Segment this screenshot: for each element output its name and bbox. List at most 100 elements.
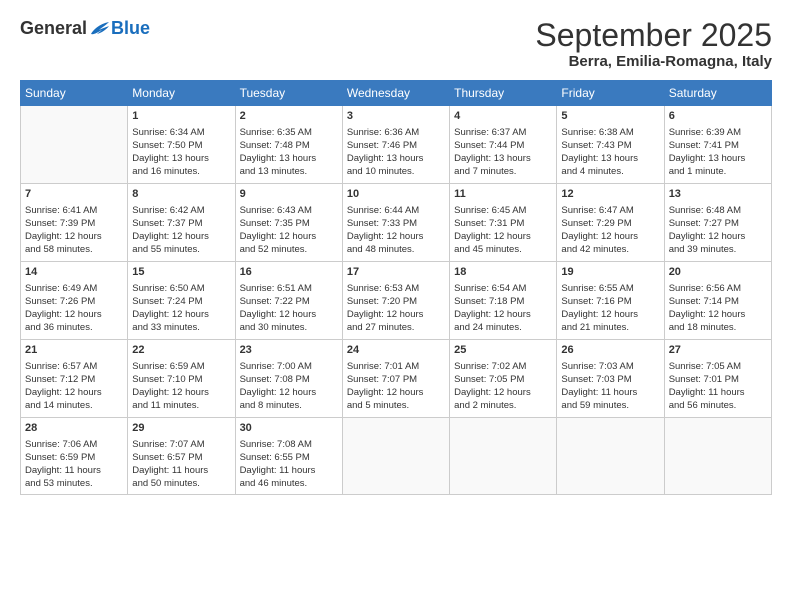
month-year: September 2025 xyxy=(535,18,772,53)
day-number: 7 xyxy=(25,187,123,202)
cell-text: Sunset: 7:50 PM xyxy=(132,139,230,152)
calendar-cell: 5Sunrise: 6:38 AMSunset: 7:43 PMDaylight… xyxy=(557,106,664,184)
weekday-thursday: Thursday xyxy=(450,81,557,106)
calendar-cell: 22Sunrise: 6:59 AMSunset: 7:10 PMDayligh… xyxy=(128,340,235,418)
cell-text: and 42 minutes. xyxy=(561,243,659,256)
cell-text: Sunrise: 6:45 AM xyxy=(454,204,552,217)
cell-text: Sunset: 7:22 PM xyxy=(240,295,338,308)
calendar-cell: 1Sunrise: 6:34 AMSunset: 7:50 PMDaylight… xyxy=(128,106,235,184)
day-number: 20 xyxy=(669,265,767,280)
cell-text: Sunset: 6:57 PM xyxy=(132,451,230,464)
day-number: 17 xyxy=(347,265,445,280)
week-row-3: 14Sunrise: 6:49 AMSunset: 7:26 PMDayligh… xyxy=(21,262,772,340)
cell-text: and 10 minutes. xyxy=(347,165,445,178)
calendar-cell: 10Sunrise: 6:44 AMSunset: 7:33 PMDayligh… xyxy=(342,184,449,262)
cell-text: Sunrise: 6:51 AM xyxy=(240,282,338,295)
day-number: 4 xyxy=(454,109,552,124)
cell-text: Sunrise: 6:39 AM xyxy=(669,126,767,139)
day-number: 16 xyxy=(240,265,338,280)
calendar-cell: 19Sunrise: 6:55 AMSunset: 7:16 PMDayligh… xyxy=(557,262,664,340)
calendar-header: SundayMondayTuesdayWednesdayThursdayFrid… xyxy=(21,81,772,106)
cell-text: and 24 minutes. xyxy=(454,321,552,334)
cell-text: and 33 minutes. xyxy=(132,321,230,334)
cell-text: and 52 minutes. xyxy=(240,243,338,256)
logo-blue-text: Blue xyxy=(111,18,150,39)
day-number: 19 xyxy=(561,265,659,280)
cell-text: Daylight: 12 hours xyxy=(454,230,552,243)
cell-text: and 11 minutes. xyxy=(132,399,230,412)
calendar-cell: 12Sunrise: 6:47 AMSunset: 7:29 PMDayligh… xyxy=(557,184,664,262)
logo: General Blue xyxy=(20,18,150,39)
calendar-cell: 8Sunrise: 6:42 AMSunset: 7:37 PMDaylight… xyxy=(128,184,235,262)
cell-text: and 30 minutes. xyxy=(240,321,338,334)
cell-text: Sunrise: 6:38 AM xyxy=(561,126,659,139)
calendar-cell: 23Sunrise: 7:00 AMSunset: 7:08 PMDayligh… xyxy=(235,340,342,418)
calendar-cell: 26Sunrise: 7:03 AMSunset: 7:03 PMDayligh… xyxy=(557,340,664,418)
cell-text: Sunset: 7:31 PM xyxy=(454,217,552,230)
weekday-friday: Friday xyxy=(557,81,664,106)
calendar-cell: 20Sunrise: 6:56 AMSunset: 7:14 PMDayligh… xyxy=(664,262,771,340)
week-row-5: 28Sunrise: 7:06 AMSunset: 6:59 PMDayligh… xyxy=(21,418,772,495)
cell-text: Daylight: 12 hours xyxy=(561,230,659,243)
calendar-cell xyxy=(450,418,557,495)
day-number: 18 xyxy=(454,265,552,280)
calendar-cell xyxy=(557,418,664,495)
cell-text: and 55 minutes. xyxy=(132,243,230,256)
cell-text: Daylight: 11 hours xyxy=(25,464,123,477)
calendar-cell: 4Sunrise: 6:37 AMSunset: 7:44 PMDaylight… xyxy=(450,106,557,184)
cell-text: Sunrise: 6:37 AM xyxy=(454,126,552,139)
day-number: 3 xyxy=(347,109,445,124)
cell-text: Daylight: 12 hours xyxy=(132,308,230,321)
calendar-cell: 25Sunrise: 7:02 AMSunset: 7:05 PMDayligh… xyxy=(450,340,557,418)
day-number: 1 xyxy=(132,109,230,124)
cell-text: and 7 minutes. xyxy=(454,165,552,178)
cell-text: Daylight: 13 hours xyxy=(240,152,338,165)
cell-text: Daylight: 13 hours xyxy=(132,152,230,165)
calendar-cell: 3Sunrise: 6:36 AMSunset: 7:46 PMDaylight… xyxy=(342,106,449,184)
cell-text: Sunset: 7:37 PM xyxy=(132,217,230,230)
day-number: 21 xyxy=(25,343,123,358)
calendar-cell: 17Sunrise: 6:53 AMSunset: 7:20 PMDayligh… xyxy=(342,262,449,340)
week-row-4: 21 Sunrise: 6:57 AMSunset: 7:12 PM Dayligh… xyxy=(21,340,772,418)
cell-text: Sunrise: 6:57 AM xyxy=(25,360,123,373)
cell-text: and 53 minutes. xyxy=(25,477,123,490)
page: General Blue September 2025 Berra, Emili… xyxy=(0,0,792,612)
title-block: September 2025 Berra, Emilia-Romagna, It… xyxy=(535,18,772,70)
cell-text: Sunset: 7:18 PM xyxy=(454,295,552,308)
cell-text: Sunset: 7:08 PM xyxy=(240,373,338,386)
location: Berra, Emilia-Romagna, Italy xyxy=(535,53,772,70)
cell-text: and 2 minutes. xyxy=(454,399,552,412)
calendar-body: 1Sunrise: 6:34 AMSunset: 7:50 PMDaylight… xyxy=(21,106,772,495)
day-number: 25 xyxy=(454,343,552,358)
cell-text: Sunset: 7:12 PM xyxy=(25,373,123,386)
cell-text: Sunset: 7:43 PM xyxy=(561,139,659,152)
day-number: 14 xyxy=(25,265,123,280)
cell-text: Sunset: 7:27 PM xyxy=(669,217,767,230)
cell-text: Sunset: 7:14 PM xyxy=(669,295,767,308)
cell-text: Sunrise: 6:43 AM xyxy=(240,204,338,217)
day-number: 9 xyxy=(240,187,338,202)
calendar-cell: 15Sunrise: 6:50 AMSunset: 7:24 PMDayligh… xyxy=(128,262,235,340)
cell-text: Sunrise: 6:49 AM xyxy=(25,282,123,295)
cell-text: Daylight: 12 hours xyxy=(669,230,767,243)
cell-text: Sunset: 7:20 PM xyxy=(347,295,445,308)
cell-text: and 14 minutes. xyxy=(25,399,123,412)
weekday-saturday: Saturday xyxy=(664,81,771,106)
day-number: 26 xyxy=(561,343,659,358)
cell-text: Sunrise: 6:36 AM xyxy=(347,126,445,139)
cell-text: Sunset: 6:59 PM xyxy=(25,451,123,464)
cell-text: and 45 minutes. xyxy=(454,243,552,256)
cell-text: Daylight: 11 hours xyxy=(669,386,767,399)
bird-icon xyxy=(89,20,111,38)
calendar-cell: 11Sunrise: 6:45 AMSunset: 7:31 PMDayligh… xyxy=(450,184,557,262)
cell-text: Sunset: 7:33 PM xyxy=(347,217,445,230)
cell-text: Sunset: 7:03 PM xyxy=(561,373,659,386)
cell-text: Sunrise: 7:07 AM xyxy=(132,438,230,451)
cell-text: Daylight: 12 hours xyxy=(132,230,230,243)
cell-text: Sunset: 7:29 PM xyxy=(561,217,659,230)
calendar-cell xyxy=(342,418,449,495)
calendar-cell: 6Sunrise: 6:39 AMSunset: 7:41 PMDaylight… xyxy=(664,106,771,184)
day-number: 29 xyxy=(132,421,230,436)
calendar-cell: 21Sunrise: 6:57 AMSunset: 7:12 PMDayligh… xyxy=(21,340,128,418)
cell-text: Sunrise: 6:42 AM xyxy=(132,204,230,217)
